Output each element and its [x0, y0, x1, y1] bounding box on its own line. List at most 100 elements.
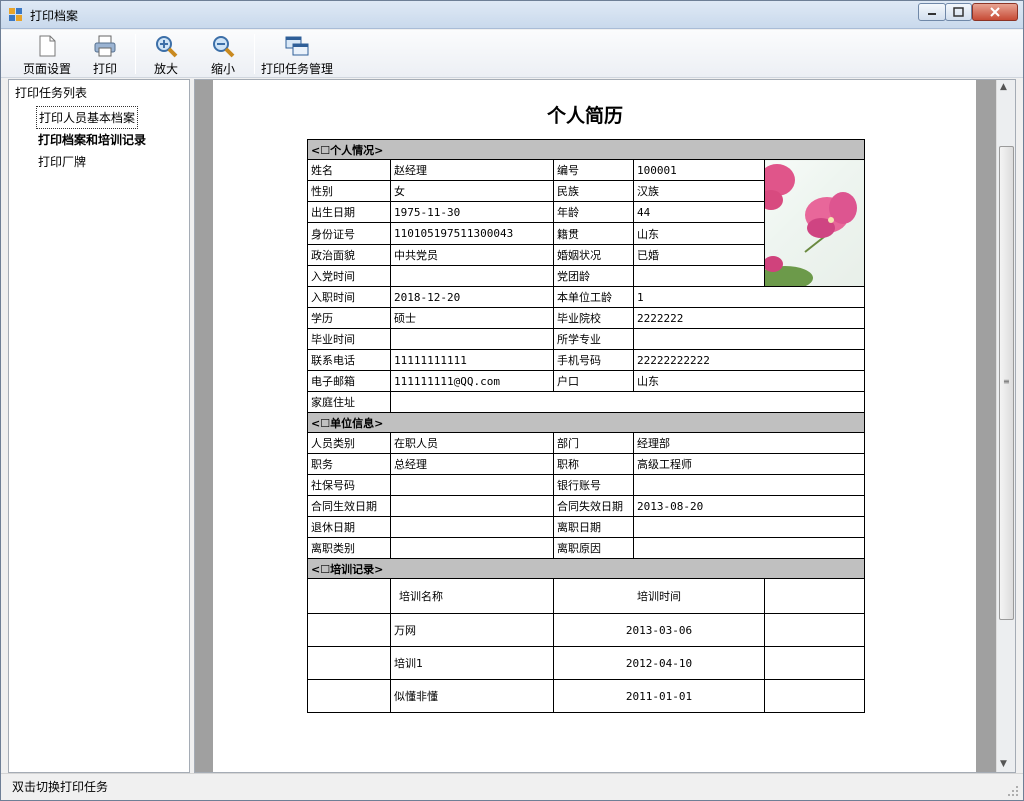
- training-name: 似懂非懂: [390, 679, 554, 713]
- field-value: [390, 391, 865, 413]
- print-label: 打印: [92, 62, 117, 76]
- vertical-scrollbar[interactable]: ▲ ≡ ▼: [996, 80, 1015, 772]
- status-text: 双击切换打印任务: [12, 780, 109, 794]
- field-value: [633, 537, 865, 559]
- field-value: 110105197511300043: [390, 222, 554, 245]
- field-label: 婚姻状况: [553, 243, 634, 266]
- field-label: 合同生效日期: [307, 495, 391, 517]
- zoom-in-label: 放大: [153, 62, 178, 76]
- status-bar: 双击切换打印任务: [1, 773, 1023, 800]
- training-header-time: 培训时间: [553, 578, 765, 614]
- field-value: 总经理: [390, 453, 554, 475]
- zoom-out-button[interactable]: 缩小: [202, 30, 244, 76]
- field-value: 1: [633, 286, 865, 308]
- scroll-down-icon[interactable]: ▼: [1000, 759, 1007, 769]
- section-header-training: <☐培训记录>: [307, 558, 865, 579]
- tree-item-badge[interactable]: 打印厂牌: [36, 151, 88, 172]
- close-button[interactable]: [972, 3, 1018, 21]
- field-value: [390, 328, 554, 350]
- field-value: 山东: [633, 222, 765, 245]
- training-name: 万网: [390, 613, 554, 647]
- tree-root[interactable]: 打印任务列表: [15, 84, 87, 101]
- print-tasks-button[interactable]: 打印任务管理: [260, 30, 334, 76]
- print-button[interactable]: 打印: [85, 30, 125, 76]
- tree-item-record-and-training[interactable]: 打印档案和培训记录: [36, 129, 148, 150]
- field-label: 银行账号: [553, 474, 634, 496]
- field-value: [633, 328, 865, 350]
- windows-icon: [285, 36, 309, 56]
- resume-table: <☐个人情况> 姓名 赵经理 编号 100001 性别 女 民族 汉族 出生日期…: [307, 139, 865, 713]
- scroll-thumb[interactable]: ≡: [999, 146, 1014, 620]
- field-label: 家庭住址: [307, 391, 391, 413]
- training-empty-cell: [307, 578, 391, 614]
- training-empty-cell: [764, 679, 865, 713]
- window-title: 打印档案: [30, 9, 79, 23]
- grip-icon: ≡: [1003, 377, 1010, 386]
- field-value: 44: [633, 201, 765, 224]
- field-value: 1975-11-30: [390, 201, 554, 224]
- field-label: 毕业时间: [307, 328, 391, 350]
- field-label: 毕业院校: [553, 307, 634, 329]
- tree-item-basic-record[interactable]: 打印人员基本档案: [36, 106, 139, 129]
- flower-photo: [765, 164, 857, 286]
- field-value: 22222222222: [633, 349, 865, 371]
- field-label: 年龄: [553, 201, 634, 224]
- field-value: 已婚: [633, 243, 765, 266]
- field-label: 党团龄: [553, 264, 634, 288]
- page-setup-label: 页面设置: [22, 62, 71, 76]
- field-label: 合同失效日期: [553, 495, 634, 517]
- field-label: 本单位工龄: [553, 286, 634, 308]
- page-icon: [39, 35, 56, 57]
- scroll-up-icon[interactable]: ▲: [1000, 82, 1007, 92]
- field-label: 姓名: [307, 158, 391, 182]
- training-empty-cell: [764, 578, 865, 614]
- field-label: 籍贯: [553, 222, 634, 245]
- field-label: 编号: [553, 158, 634, 182]
- training-time: 2012-04-10: [553, 646, 765, 680]
- field-value: [390, 516, 554, 538]
- field-value: 硕士: [390, 307, 554, 329]
- field-label: 户口: [553, 370, 634, 392]
- field-value: [390, 474, 554, 496]
- training-name: 培训1: [390, 646, 554, 680]
- toolbar: 页面设置 打印 放大 缩小 打印任务管理: [1, 30, 1023, 78]
- field-label: 退休日期: [307, 516, 391, 538]
- field-label: 离职类别: [307, 537, 391, 559]
- field-label: 社保号码: [307, 474, 391, 496]
- training-empty-cell: [307, 679, 391, 713]
- field-value: 2018-12-20: [390, 286, 554, 308]
- training-header-name: 培训名称: [390, 578, 554, 614]
- training-empty-cell: [307, 646, 391, 680]
- maximize-button[interactable]: [945, 3, 972, 21]
- training-time: 2013-03-06: [553, 613, 765, 647]
- field-value: [633, 264, 765, 288]
- section-header-unit: <☐单位信息>: [307, 412, 865, 433]
- field-value: 女: [390, 180, 554, 203]
- toolbar-separator: [135, 34, 136, 74]
- field-label: 职称: [553, 453, 634, 475]
- training-empty-cell: [764, 646, 865, 680]
- print-task-tree[interactable]: 打印任务列表 打印人员基本档案 打印档案和培训记录 打印厂牌: [8, 79, 190, 773]
- field-value: 11111111111: [390, 349, 554, 371]
- training-empty-cell: [307, 613, 391, 647]
- zoom-in-button[interactable]: 放大: [146, 30, 186, 76]
- field-label: 入职时间: [307, 286, 391, 308]
- restore-icon: [953, 7, 964, 17]
- page-setup-button[interactable]: 页面设置: [15, 30, 79, 76]
- section-header-personal: <☐个人情况>: [307, 139, 865, 160]
- field-label: 部门: [553, 432, 634, 454]
- document-title: 个人简历: [546, 105, 623, 127]
- print-tasks-label: 打印任务管理: [260, 62, 333, 76]
- resize-grip-icon[interactable]: [1007, 785, 1019, 797]
- field-label: 身份证号: [307, 222, 391, 245]
- field-value: 中共党员: [390, 243, 554, 266]
- field-value: 经理部: [633, 432, 865, 454]
- field-label: 电子邮箱: [307, 370, 391, 392]
- minimize-button[interactable]: [918, 3, 946, 21]
- field-value: [633, 516, 865, 538]
- field-value: [390, 537, 554, 559]
- field-value: 在职人员: [390, 432, 554, 454]
- field-value: 赵经理: [390, 158, 554, 182]
- field-value: 汉族: [633, 180, 765, 203]
- minimize-icon: [928, 13, 936, 15]
